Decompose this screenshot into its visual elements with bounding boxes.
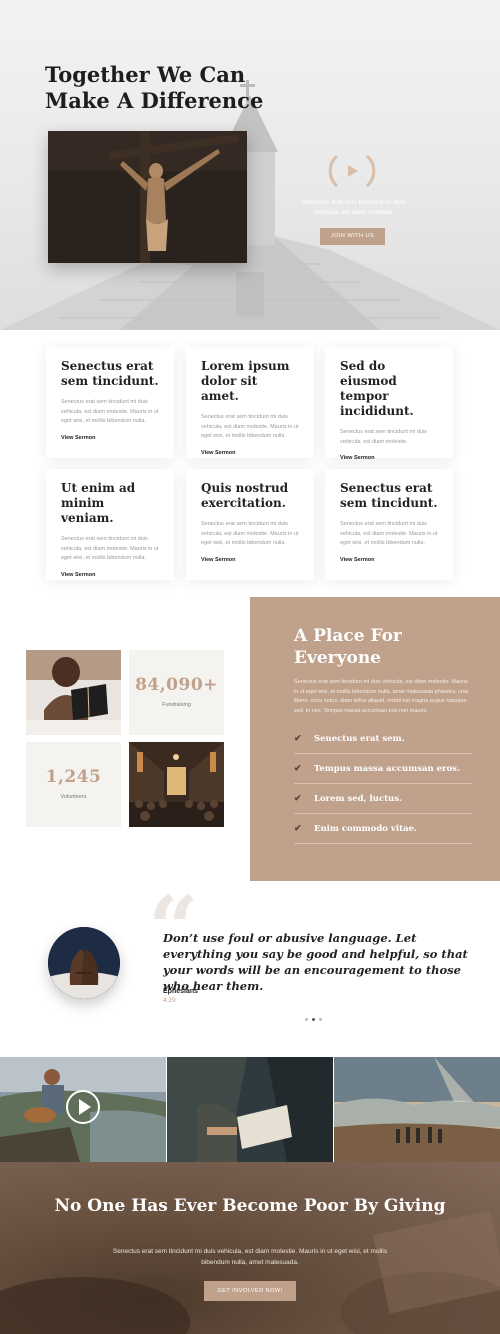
child-reading-bible-image [26, 650, 121, 735]
checkmark-icon: ✔ [294, 793, 302, 804]
feature-item: ✔ Enim commodo vitae. [294, 814, 472, 845]
place-title: A Place For Everyone [294, 626, 402, 668]
volunteers-stat: 1,245 Volunteers [26, 742, 121, 827]
view-sermon-link[interactable]: View Sermon [201, 557, 299, 563]
cta-section: No One Has Ever Become Poor By Giving Se… [0, 1162, 500, 1334]
view-sermon-link[interactable]: View Sermon [201, 450, 299, 456]
church-interior-image [129, 742, 224, 827]
feature-label: Senectus erat sem. [314, 733, 405, 744]
card-text: Senectus erat sem tincidunt mi duis vehi… [61, 536, 159, 561]
cta-text: Senectus erat sem tincidunt mi duis vehi… [112, 1248, 388, 1266]
card-title: Senectus erat sem tincidunt. [340, 481, 438, 510]
feature-list: ✔ Senectus erat sem. ✔ Tempus massa accu… [294, 724, 472, 845]
sermon-card: Ut enim ad minim veniam. Senectus erat s… [46, 469, 174, 580]
testimonial-quote: Don’t use foul or abusive language. Let … [163, 931, 468, 993]
view-sermon-link[interactable]: View Sermon [61, 435, 159, 441]
view-sermon-link[interactable]: View Sermon [340, 455, 438, 461]
play-video-icon[interactable] [327, 150, 377, 192]
crucifix-image [48, 131, 247, 263]
card-title: Lorem ipsum dolor sit amet. [201, 359, 290, 403]
carousel-dots [305, 1018, 325, 1022]
card-text: Senectus erat sem tincidunt mi duis vehi… [340, 429, 427, 445]
view-sermon-link[interactable]: View Sermon [61, 572, 159, 578]
fundraising-label: Fundraising [162, 702, 191, 708]
feature-item: ✔ Tempus massa accumsan eros. [294, 754, 472, 785]
sermon-card: Sed do eiusmod tempor incididunt. Senect… [325, 347, 453, 461]
hero-title: Together We Can Make A Difference [45, 62, 264, 113]
sermon-card: Senectus erat sem tincidunt. Senectus er… [325, 469, 453, 580]
sermon-card: Lorem ipsum dolor sit amet. Senectus era… [186, 347, 314, 458]
cta-title: No One Has Ever Become Poor By Giving [54, 1196, 446, 1216]
volunteers-label: Volunteers [60, 794, 87, 800]
card-title: Quis nostrud exercitation. [201, 481, 289, 510]
card-text: Senectus erat sem tincidunt mi duis vehi… [201, 521, 299, 546]
place-text: Senectus erat sem tincidunt mi duis vehi… [294, 679, 469, 714]
card-text: Senectus erat sem tincidunt mi duis vehi… [340, 521, 438, 546]
carousel-dot[interactable] [305, 1018, 308, 1021]
testimonial-author: Ephesians [163, 988, 199, 995]
get-involved-button[interactable]: GET INVOLVED NOW! [204, 1281, 296, 1301]
join-with-us-button[interactable]: JOIN WITH US [320, 228, 385, 245]
checkmark-icon: ✔ [294, 763, 302, 774]
card-title: Sed do eiusmod tempor incididunt. [340, 359, 414, 418]
carousel-dot[interactable] [319, 1018, 322, 1021]
card-text: Senectus erat sem tincidunt mi duis vehi… [201, 414, 299, 439]
place-for-everyone-panel: A Place For Everyone Senectus erat sem t… [250, 597, 500, 881]
carousel-dot-active[interactable] [312, 1018, 315, 1021]
card-title: Ut enim ad minim veniam. [61, 481, 136, 525]
feature-label: Lorem sed, luctus. [314, 793, 402, 804]
sermon-cards: Senectus erat sem tincidunt. Senectus er… [46, 347, 454, 582]
gallery-mountain-hikers-image[interactable] [334, 1057, 500, 1162]
volunteers-value: 1,245 [45, 767, 102, 787]
feature-item: ✔ Senectus erat sem. [294, 724, 472, 755]
checkmark-icon: ✔ [294, 733, 302, 744]
testimonial-reference: 4:29 [163, 997, 176, 1004]
card-title: Senectus erat sem tincidunt. [61, 359, 159, 388]
hero-section: Together We Can Make A Difference Senect… [0, 0, 500, 330]
praying-hands-avatar [48, 927, 120, 999]
feature-item: ✔ Lorem sed, luctus. [294, 784, 472, 815]
sermon-card: Senectus erat sem tincidunt. Senectus er… [46, 347, 174, 458]
view-sermon-link[interactable]: View Sermon [340, 557, 438, 563]
checkmark-icon: ✔ [294, 823, 302, 834]
fundraising-stat: 84,090+ Fundraising [129, 650, 224, 735]
gallery-guitar-video[interactable] [0, 1057, 166, 1162]
feature-label: Enim commodo vitae. [314, 823, 417, 834]
hero-caption: Senectus erat sem tincidunt mi duis vehi… [302, 199, 406, 216]
card-text: Senectus erat sem tincidunt mi duis vehi… [61, 399, 159, 424]
gallery-bible-study-image[interactable] [167, 1057, 333, 1162]
sermon-card: Quis nostrud exercitation. Senectus erat… [186, 469, 314, 580]
feature-label: Tempus massa accumsan eros. [314, 763, 460, 774]
fundraising-value: 84,090+ [135, 675, 218, 695]
